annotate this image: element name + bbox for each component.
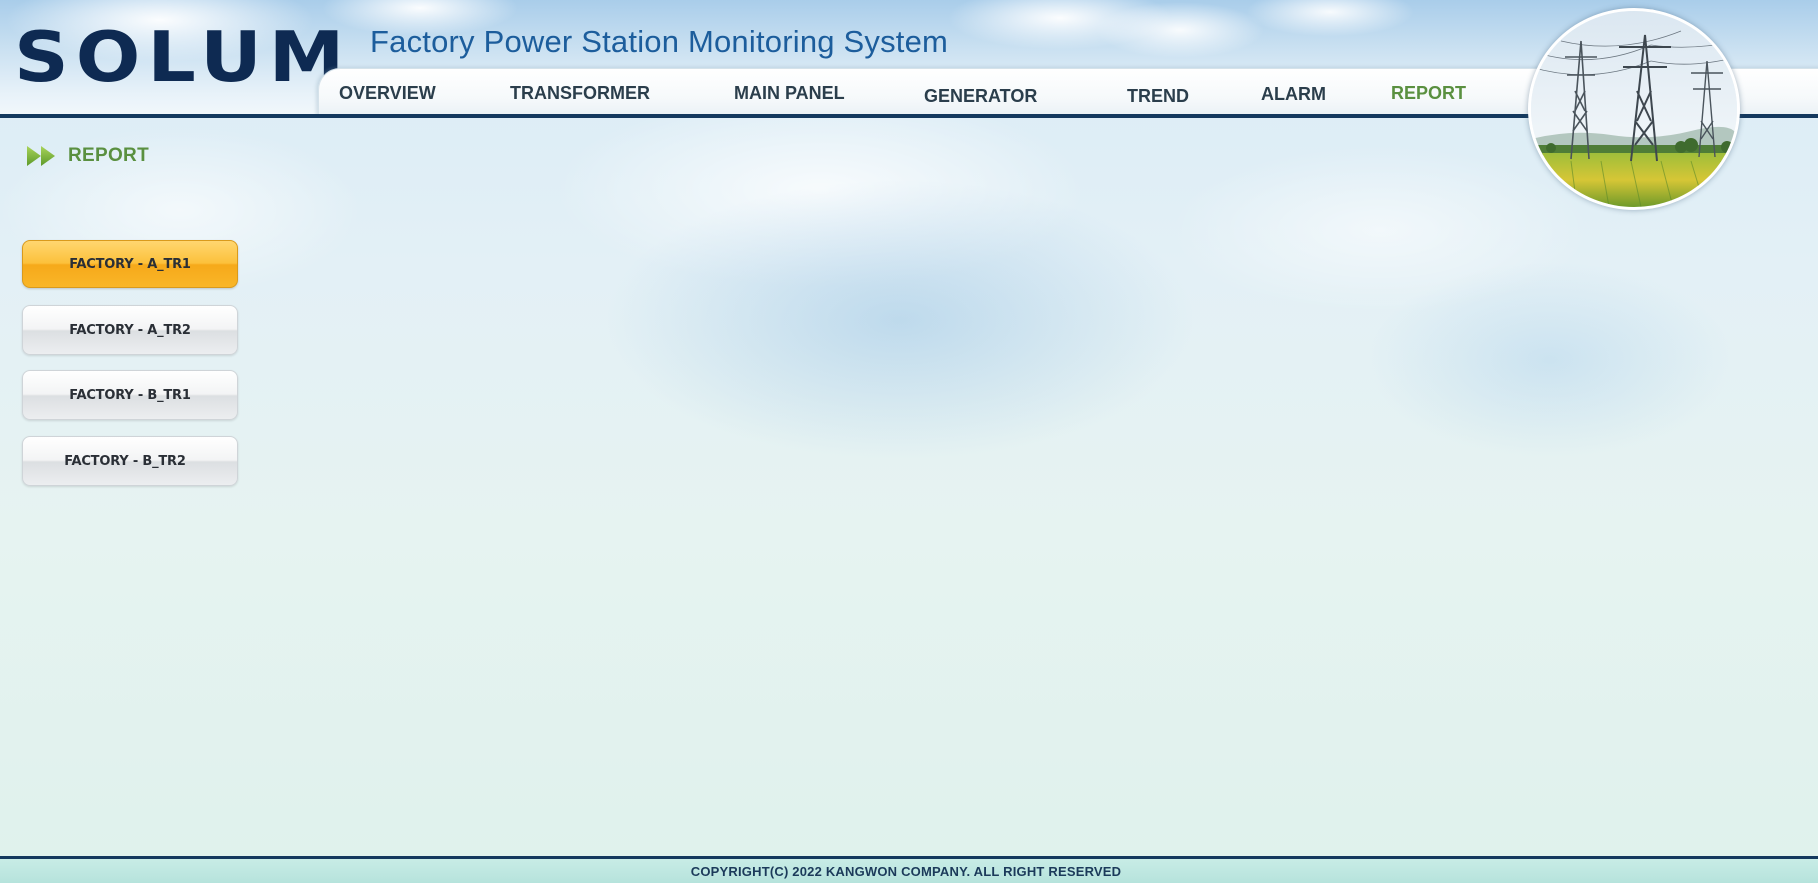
- report-button-factory-a-tr2[interactable]: FACTORY - A_TR2: [22, 305, 238, 355]
- nav-item-report[interactable]: REPORT: [1391, 83, 1466, 104]
- section-title: REPORT: [26, 144, 149, 168]
- report-button-factory-a-tr1[interactable]: FACTORY - A_TR1: [22, 240, 238, 288]
- power-tower-image: [1528, 8, 1740, 210]
- double-arrow-icon: [27, 146, 55, 166]
- report-button-factory-b-tr1[interactable]: FACTORY - B_TR1: [22, 370, 238, 420]
- nav-item-generator[interactable]: GENERATOR: [924, 86, 1037, 107]
- app-footer: COPYRIGHT(C) 2022 KANGWON COMPANY. ALL R…: [0, 859, 1818, 883]
- nav-item-main-panel[interactable]: MAIN PANEL: [734, 83, 845, 104]
- nav-item-overview[interactable]: OVERVIEW: [339, 83, 436, 104]
- nav-item-transformer[interactable]: TRANSFORMER: [510, 83, 650, 104]
- section-title-label: REPORT: [68, 145, 149, 166]
- app-title: Factory Power Station Monitoring System: [370, 24, 949, 59]
- nav-item-trend[interactable]: TREND: [1127, 86, 1189, 107]
- power-tower-icon: [1531, 11, 1737, 207]
- copyright-text: COPYRIGHT(C) 2022 KANGWON COMPANY. ALL R…: [690, 863, 1122, 879]
- solum-logo[interactable]: SOLUM: [14, 22, 351, 92]
- nav-item-alarm[interactable]: ALARM: [1261, 84, 1326, 105]
- report-button-factory-b-tr2[interactable]: FACTORY - B_TR2: [22, 436, 238, 486]
